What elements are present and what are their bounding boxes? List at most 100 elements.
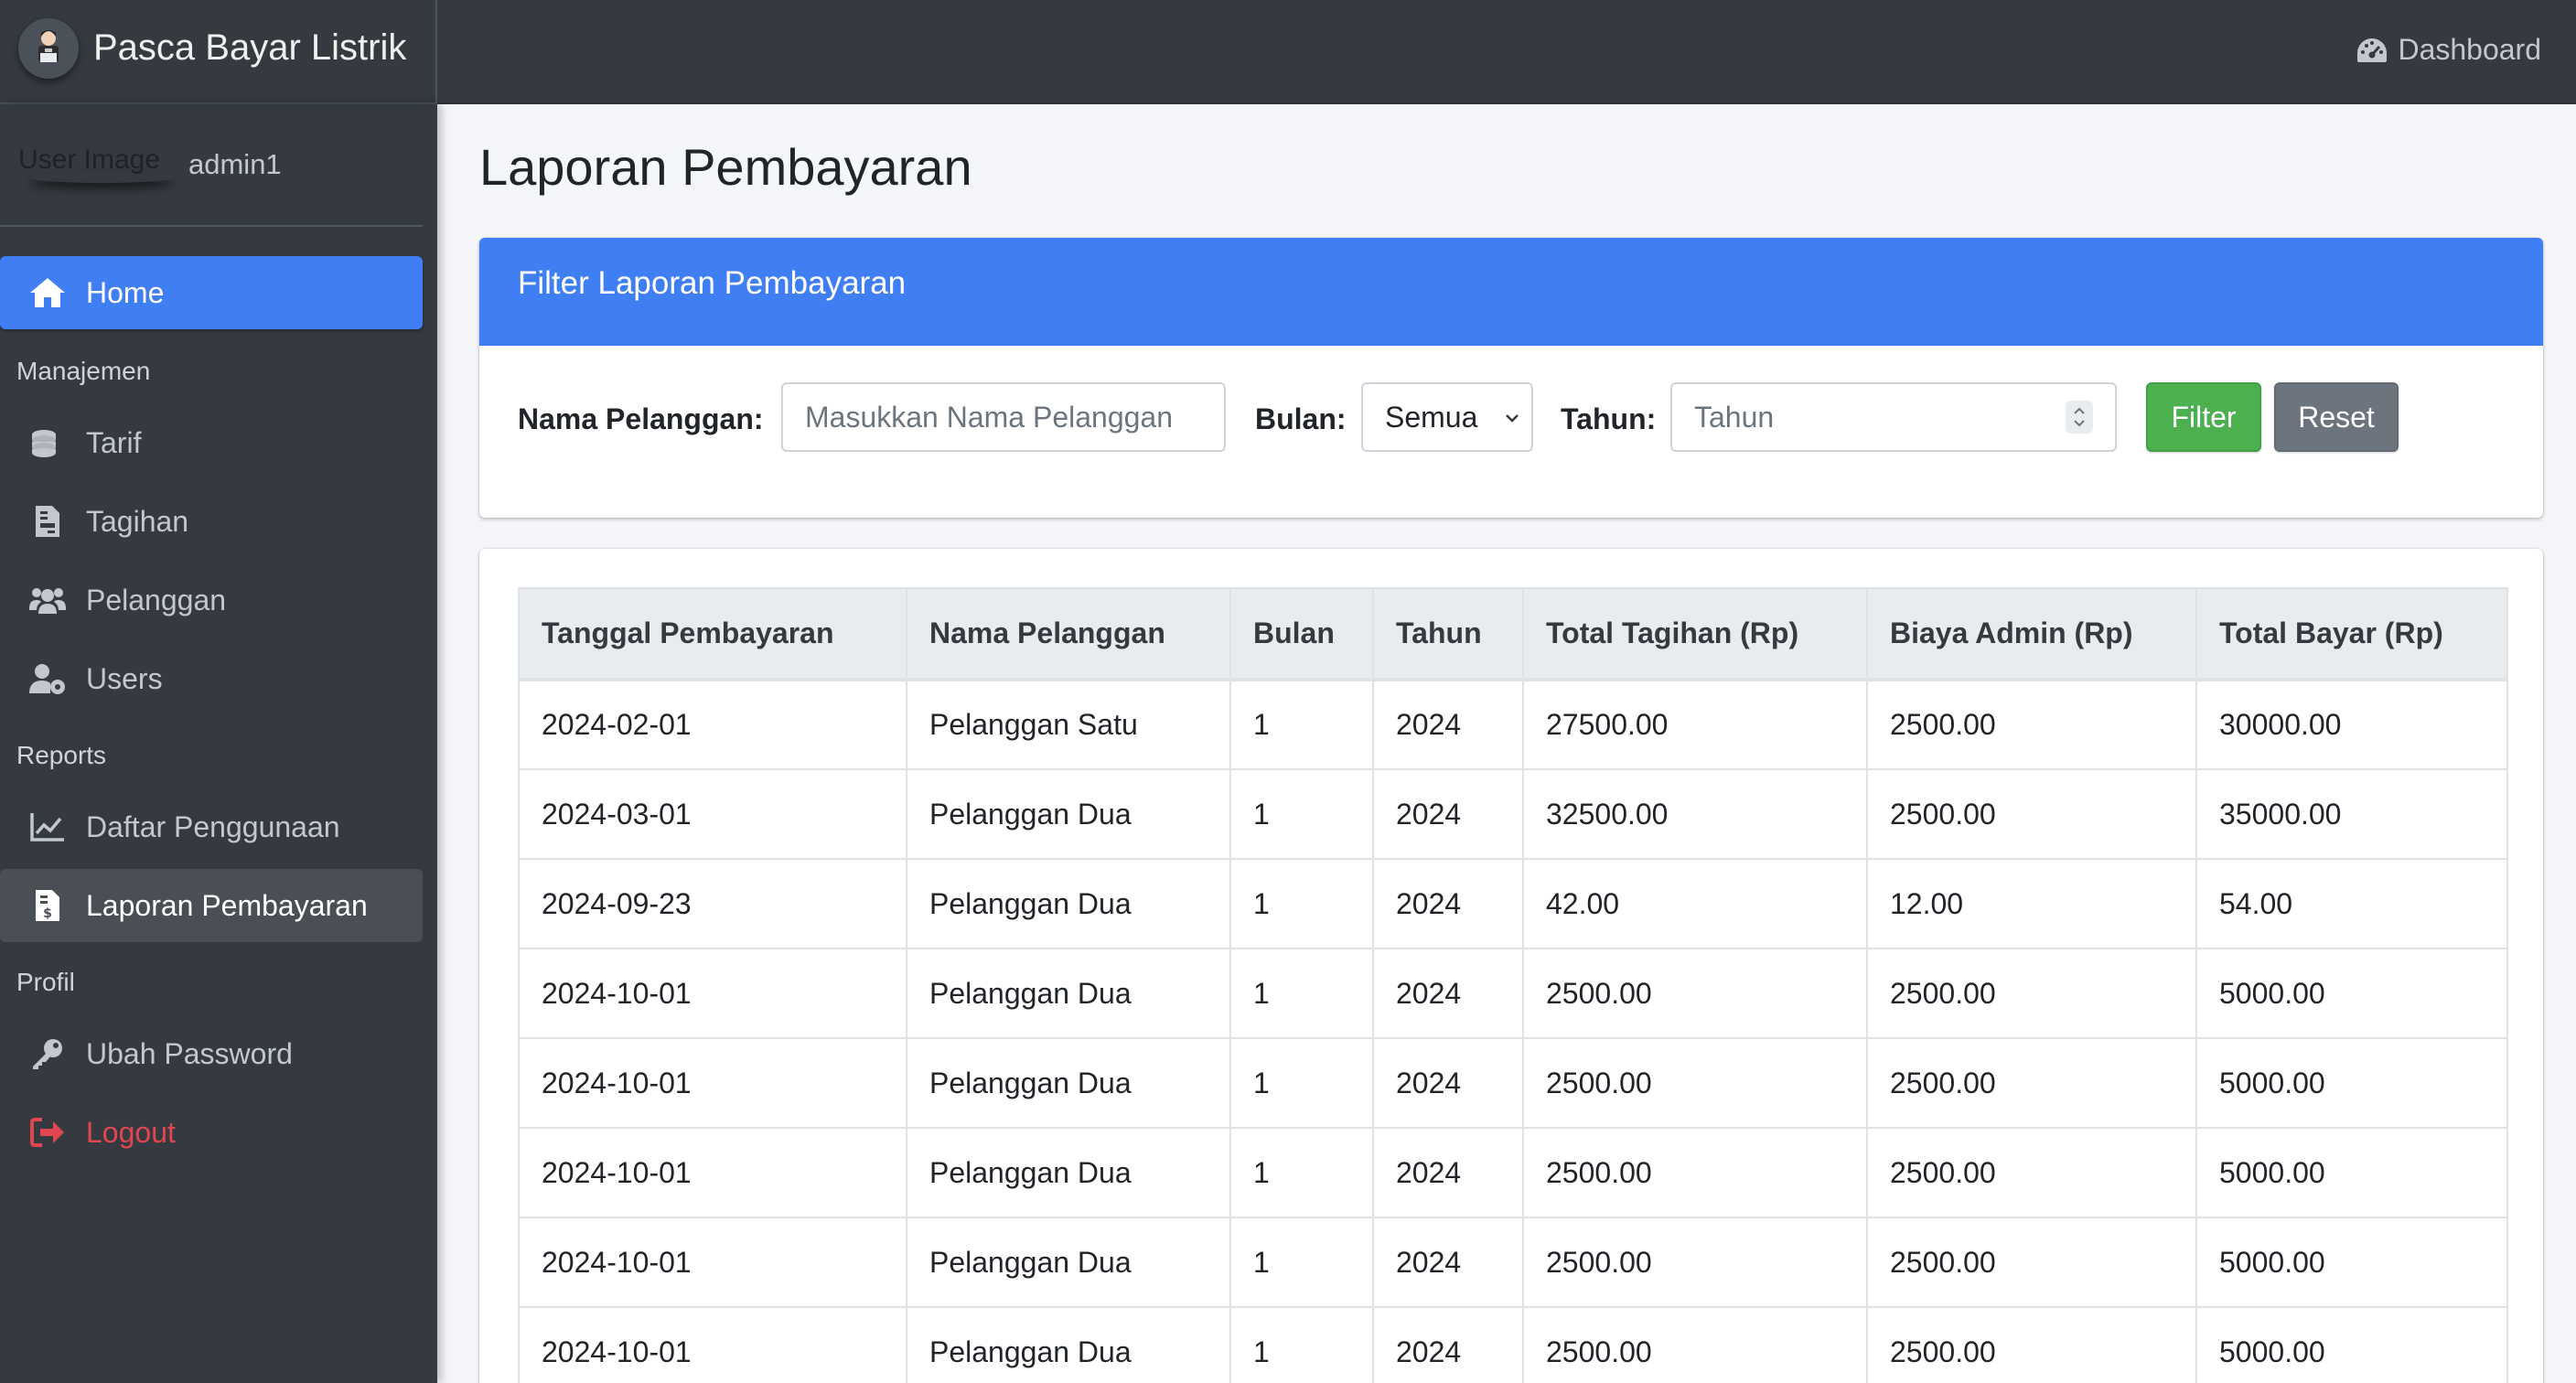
nav-header-manajemen: Manajemen [16, 357, 151, 385]
sidebar-item-logout[interactable]: Logout [0, 1096, 423, 1169]
number-spinner[interactable] [2066, 401, 2093, 434]
table-cell: 2500.00 [1866, 1306, 2197, 1383]
chart-line-icon [30, 813, 64, 842]
table-cell: 2024-10-01 [518, 1037, 907, 1129]
table-row: 2024-10-01 Pelanggan Dua 1 2024 2500.00 2500.… [518, 1037, 2508, 1129]
users-icon [29, 588, 66, 614]
page-title: Laporan Pembayaran [479, 138, 972, 196]
table-cell: 1 [1229, 948, 1374, 1039]
nama-pelanggan-label: Nama Pelanggan: [518, 402, 764, 435]
table-cell: 2024 [1372, 1037, 1524, 1129]
table-cell: 2024-10-01 [518, 1306, 907, 1383]
table-cell: 54.00 [2195, 858, 2508, 949]
table-cell: 30000.00 [2195, 679, 2508, 770]
filter-card: Filter Laporan Pembayaran Nama Pelanggan… [479, 238, 2543, 518]
sidebar-item-tarif[interactable]: Tarif [0, 406, 423, 479]
table-cell: 32500.00 [1522, 768, 1868, 860]
table-cell: Pelanggan Dua [906, 1037, 1231, 1129]
sign-out-icon [30, 1118, 64, 1147]
table-cell: 2500.00 [1522, 948, 1868, 1039]
table-cell: 2024-10-01 [518, 1127, 907, 1218]
user-panel: User Image admin1 [0, 104, 423, 227]
sidebar-item-label: Laporan Pembayaran [86, 888, 368, 922]
table-cell: 2024 [1372, 768, 1524, 860]
reset-button[interactable]: Reset [2274, 382, 2399, 452]
sidebar-item-label: Tarif [86, 425, 142, 459]
sidebar-item-ubah-password[interactable]: Ubah Password [0, 1017, 423, 1090]
bulan-select[interactable]: Semua [1361, 382, 1533, 452]
table-row: 2024-10-01 Pelanggan Dua 1 2024 2500.00 2500.… [518, 1306, 2508, 1383]
filter-button[interactable]: Filter [2146, 382, 2261, 452]
column-header: Tanggal Pembayaran [518, 587, 907, 681]
table-cell: 2024 [1372, 1127, 1524, 1218]
svg-text:$: $ [43, 906, 52, 921]
report-table-card: Tanggal Pembayaran Nama Pelanggan Bulan Tah… [479, 549, 2543, 1383]
nama-pelanggan-input[interactable] [781, 382, 1226, 452]
table-cell: 2500.00 [1522, 1127, 1868, 1218]
nav-dashboard-link[interactable]: Dashboard [2356, 33, 2541, 67]
column-header: Tahun [1372, 587, 1524, 681]
nav-header-profil: Profil [16, 968, 75, 996]
table-cell: 5000.00 [2195, 1037, 2508, 1129]
table-cell: 2500.00 [1866, 1037, 2197, 1129]
sidebar-item-label: Users [86, 661, 163, 695]
nav-dashboard-label: Dashboard [2398, 33, 2541, 66]
table-row: 2024-02-01 Pelanggan Satu 1 2024 27500.00 250… [518, 679, 2508, 770]
table-cell: 35000.00 [2195, 768, 2508, 860]
table-row: 2024-10-01 Pelanggan Dua 1 2024 2500.00 2500.… [518, 1217, 2508, 1308]
user-cog-icon [29, 664, 65, 694]
table-cell: 1 [1229, 679, 1374, 770]
table-cell: 27500.00 [1522, 679, 1868, 770]
table-cell: 2500.00 [1866, 679, 2197, 770]
brand-logo [18, 18, 79, 79]
table-cell: 2024-02-01 [518, 679, 907, 770]
table-cell: 2024 [1372, 679, 1524, 770]
tahun-field [1670, 382, 2117, 452]
spinner-arrows-icon [2074, 407, 2085, 427]
filter-card-header: Filter Laporan Pembayaran [479, 238, 2543, 346]
chevron-down-icon [1506, 414, 1519, 423]
table-cell: 1 [1229, 1217, 1374, 1308]
table-cell: 2500.00 [1866, 1217, 2197, 1308]
sidebar-item-label: Tagihan [86, 504, 189, 538]
user-name[interactable]: admin1 [188, 148, 282, 181]
table-cell: Pelanggan Dua [906, 858, 1231, 949]
file-invoice-dollar-icon: $ [36, 890, 59, 921]
tachometer-icon [2357, 38, 2388, 62]
table-cell: 42.00 [1522, 858, 1868, 949]
home-icon [30, 278, 65, 307]
sidebar-item-tagihan[interactable]: Tagihan [0, 485, 423, 558]
sidebar-item-users[interactable]: Users [0, 642, 423, 715]
column-header: Biaya Admin (Rp) [1866, 587, 2197, 681]
column-header: Nama Pelanggan [906, 587, 1231, 681]
top-navbar: Pasca Bayar Listrik Dashboard [0, 0, 2576, 104]
brand-link[interactable]: Pasca Bayar Listrik [0, 0, 437, 104]
table-cell: 1 [1229, 1037, 1374, 1129]
tahun-label: Tahun: [1561, 402, 1657, 435]
table-cell: 2024-03-01 [518, 768, 907, 860]
sidebar: User Image admin1 Home Manajemen Tarif T… [0, 104, 437, 1383]
sidebar-item-pelanggan[interactable]: Pelanggan [0, 563, 423, 637]
sidebar-item-label: Ubah Password [86, 1036, 293, 1070]
file-invoice-icon [36, 506, 59, 537]
sidebar-item-daftar-penggunaan[interactable]: Daftar Penggunaan [0, 790, 423, 863]
report-table: Tanggal Pembayaran Nama Pelanggan Bulan Tah… [518, 587, 2508, 1383]
sidebar-item-label: Pelanggan [86, 583, 227, 616]
table-cell: 2024-10-01 [518, 1217, 907, 1308]
table-cell: 2500.00 [1866, 948, 2197, 1039]
table-cell: Pelanggan Dua [906, 1127, 1231, 1218]
table-cell: 2024-10-01 [518, 948, 907, 1039]
user-image: User Image [18, 145, 161, 175]
table-cell: Pelanggan Dua [906, 1306, 1231, 1383]
table-cell: 1 [1229, 1127, 1374, 1218]
tahun-input[interactable] [1670, 382, 2117, 452]
table-cell: 2500.00 [1866, 1127, 2197, 1218]
table-cell: 12.00 [1866, 858, 2197, 949]
column-header: Bulan [1229, 587, 1374, 681]
table-cell: 2024 [1372, 948, 1524, 1039]
sidebar-item-home[interactable]: Home [0, 256, 423, 329]
bulan-label: Bulan: [1255, 402, 1347, 435]
sidebar-item-label: Logout [86, 1115, 176, 1149]
sidebar-item-laporan-pembayaran[interactable]: $ Laporan Pembayaran [0, 869, 423, 942]
coins-icon [32, 430, 56, 457]
